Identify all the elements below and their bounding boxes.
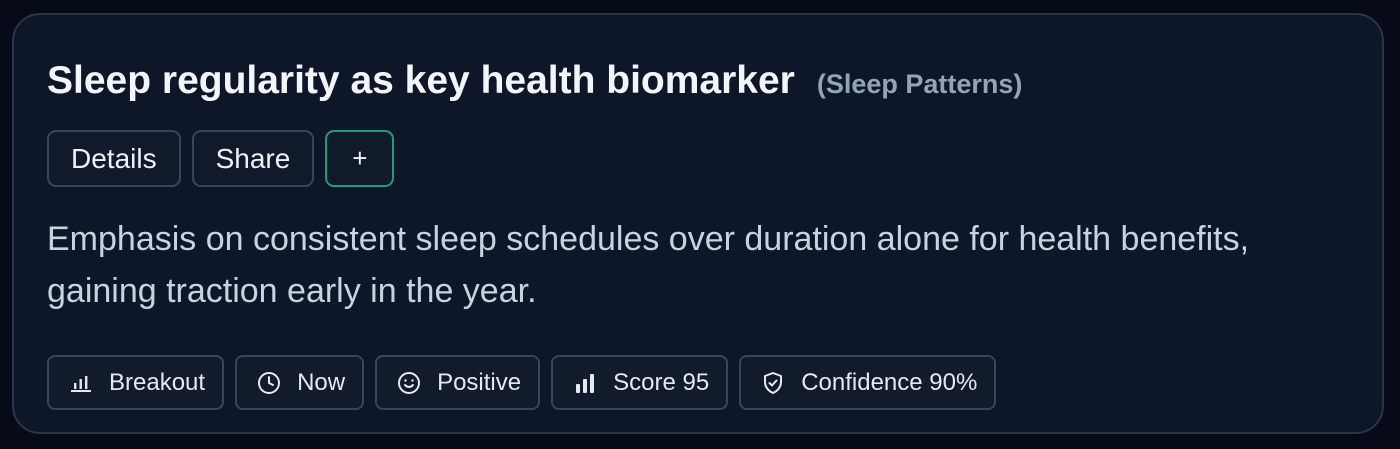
clock-icon [256, 370, 282, 396]
tag-label: Now [297, 368, 346, 396]
tag-label: Positive [437, 368, 522, 396]
shield-check-icon [760, 370, 786, 396]
card-description: Emphasis on consistent sleep schedules o… [47, 220, 1250, 310]
title-row: Sleep regularity as key health biomarker… [47, 59, 1022, 103]
tag-confidence: Confidence 90% [739, 355, 997, 410]
signal-bars-icon [572, 370, 598, 396]
card-title: Sleep regularity as key health biomarker [47, 59, 795, 102]
tag-label: Confidence 90% [801, 368, 978, 396]
card-category: (Sleep Patterns) [816, 69, 1023, 99]
details-button[interactable]: Details [47, 130, 181, 187]
tag-score: Score 95 [551, 355, 729, 410]
card-actions: Details Share + [47, 130, 395, 187]
bar-chart-icon [68, 370, 94, 396]
add-button[interactable]: + [325, 130, 395, 187]
tag-label: Breakout [109, 368, 206, 396]
tag-breakout: Breakout [47, 355, 225, 410]
tag-sentiment: Positive [375, 355, 541, 410]
share-button[interactable]: Share [191, 130, 315, 187]
smile-icon [396, 370, 422, 396]
tag-label: Score 95 [613, 368, 710, 396]
tag-now: Now [235, 355, 365, 410]
tag-list: Breakout Now Positive Score 95 Confidenc… [47, 355, 997, 410]
trend-card: Sleep regularity as key health biomarker… [12, 13, 1384, 434]
